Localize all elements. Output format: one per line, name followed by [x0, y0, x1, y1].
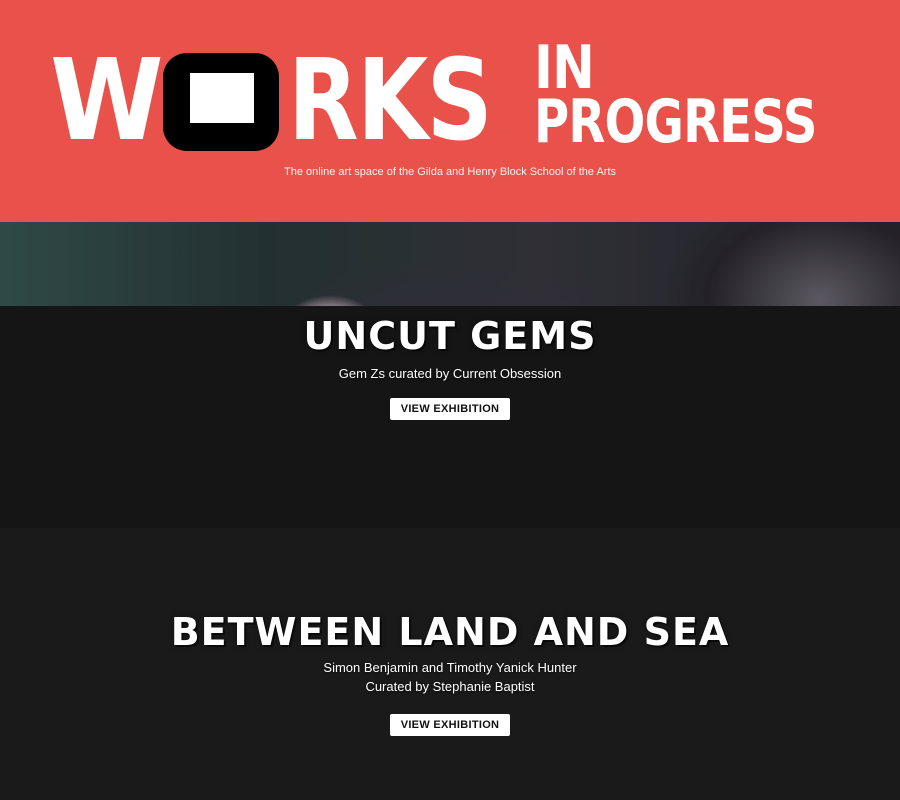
site-header: W RKS IN PROGRESS The online art space o…: [0, 0, 900, 222]
exhibition-card-between-land-and-sea[interactable]: BETWEEN LAND AND SEA Simon Benjamin and …: [0, 528, 900, 800]
logo-letters-rks: RKS: [288, 36, 493, 166]
exhibition-curator: Curated by Stephanie Baptist: [365, 679, 535, 694]
exhibition-title[interactable]: UNCUT GEMS: [0, 222, 900, 358]
site-tagline: The online art space of the Gilda and He…: [283, 166, 617, 178]
view-exhibition-button[interactable]: VIEW EXHIBITION: [389, 398, 511, 420]
exhibition-content: BETWEEN LAND AND SEA Simon Benjamin and …: [0, 528, 900, 736]
exhibition-subtitle: Gem Zs curated by Current Obsession: [338, 366, 562, 381]
view-exhibition-button[interactable]: VIEW EXHIBITION: [389, 714, 511, 736]
logo-screen-inner: [190, 73, 254, 123]
exhibition-card-uncut-gems[interactable]: UNCUT GEMS Gem Zs curated by Current Obs…: [0, 222, 900, 528]
logo-letter-w: W: [50, 36, 164, 166]
exhibition-title[interactable]: BETWEEN LAND AND SEA: [0, 528, 900, 654]
logo-word-progress: PROGRESS: [534, 87, 817, 157]
site-logo[interactable]: W RKS IN PROGRESS: [0, 0, 900, 222]
exhibition-artists: Simon Benjamin and Timothy Yanick Hunter: [323, 660, 577, 675]
exhibition-content: UNCUT GEMS Gem Zs curated by Current Obs…: [0, 222, 900, 420]
logo-screen-o-icon: [163, 53, 279, 151]
